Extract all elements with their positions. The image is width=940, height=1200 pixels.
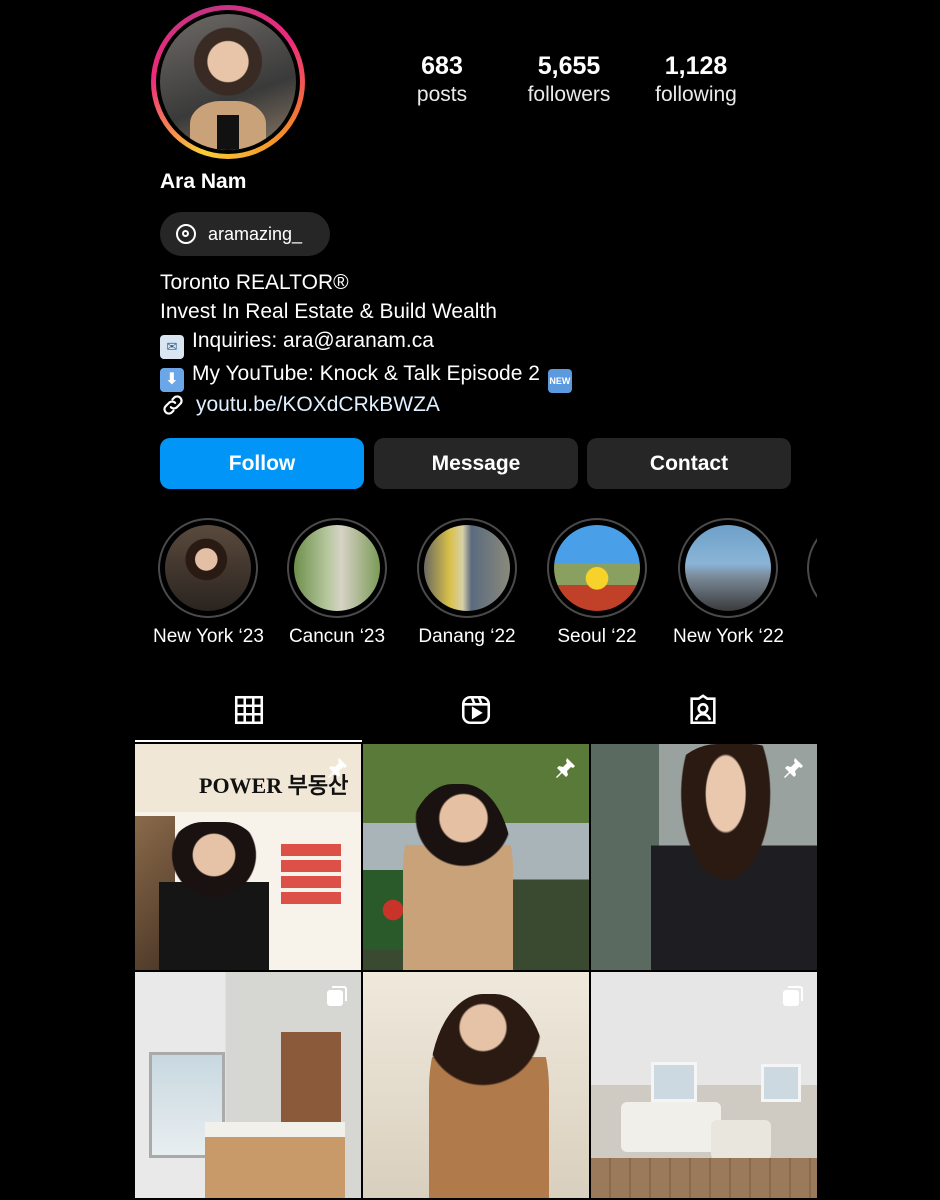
post-tile[interactable] — [135, 972, 361, 1198]
pin-icon — [784, 758, 803, 778]
threads-icon — [176, 224, 196, 244]
highlight-label: Danang ‘22 — [418, 626, 516, 647]
profile-link[interactable]: youtu.be/KOXdCRkBWZA — [160, 392, 440, 418]
highlight-cover — [554, 525, 640, 611]
link-icon — [163, 395, 183, 415]
highlight-item[interactable]: Danang ‘22 — [412, 518, 522, 648]
stat-following[interactable]: 1,128 following — [646, 52, 746, 107]
highlight-label: Cancun ‘23 — [288, 626, 386, 647]
profile-link-text: youtu.be/KOXdCRkBWZA — [196, 393, 440, 416]
threads-badge[interactable]: aramazing_ — [160, 212, 330, 256]
bio-line-youtube: ⬇ My YouTube: Knock & Talk Episode 2 NEW — [160, 359, 572, 393]
followers-count: 5,655 — [537, 52, 601, 80]
bio-line: Invest In Real Estate & Build Wealth — [160, 300, 497, 323]
new-badge-icon: NEW — [547, 369, 572, 393]
highlight-item[interactable]: New York ‘22 — [673, 518, 784, 648]
reels-icon — [461, 695, 490, 725]
contact-button[interactable]: Contact — [587, 438, 791, 489]
tab-tagged[interactable] — [589, 688, 816, 732]
follow-button[interactable]: Follow — [160, 438, 364, 489]
avatar-photo — [160, 14, 296, 150]
grid-icon — [234, 695, 263, 725]
tab-posts-grid[interactable] — [135, 688, 362, 732]
carousel-icon — [783, 986, 803, 1006]
post-tile[interactable]: POWER 부동산 — [135, 744, 361, 970]
highlight-item[interactable]: Cancun ‘23 — [282, 518, 392, 648]
post-tile[interactable] — [363, 744, 589, 970]
message-button[interactable]: Message — [374, 438, 578, 489]
profile-name: Ara Nam — [160, 170, 247, 193]
followers-label: followers — [527, 83, 611, 106]
down-arrow-icon: ⬇ — [160, 368, 184, 392]
highlight-cover — [424, 525, 510, 611]
stat-posts[interactable]: 683 posts — [397, 52, 487, 107]
highlight-label: New York ‘23 — [153, 626, 264, 647]
highlight-cover — [165, 525, 251, 611]
post-tile[interactable] — [591, 744, 817, 970]
highlight-cover — [685, 525, 771, 611]
post-tile[interactable] — [363, 972, 589, 1198]
highlight-cover — [294, 525, 380, 611]
tab-reels[interactable] — [362, 688, 589, 732]
envelope-icon: ✉ — [160, 335, 184, 359]
active-tab-indicator — [135, 740, 362, 742]
posts-count: 683 — [421, 52, 463, 80]
highlight-label: Seoul ‘22 — [557, 626, 637, 647]
highlight-label: New York ‘22 — [673, 626, 784, 647]
pin-icon — [328, 758, 347, 778]
following-count: 1,128 — [664, 52, 728, 80]
posts-label: posts — [416, 83, 468, 106]
highlight-item[interactable]: Seoul ‘22 — [542, 518, 652, 648]
post-tile[interactable] — [591, 972, 817, 1198]
threads-handle: aramazing_ — [208, 223, 303, 244]
carousel-icon — [327, 986, 347, 1006]
pin-icon — [556, 758, 575, 778]
tagged-icon — [689, 694, 716, 725]
profile-bio: Toronto REALTOR® Invest In Real Estate &… — [160, 268, 572, 393]
stat-followers[interactable]: 5,655 followers — [519, 52, 619, 107]
profile-avatar[interactable] — [151, 5, 305, 159]
highlight-item[interactable]: New York ‘23 — [153, 518, 264, 648]
following-label: following — [655, 83, 737, 106]
profile-page: 683 posts 5,655 followers 1,128 followin… — [135, 0, 817, 1200]
bio-line-email: ✉ Inquiries: ara@aranam.ca — [160, 326, 572, 359]
highlight-item-partial[interactable] — [807, 518, 817, 618]
bio-line: Toronto REALTOR® — [160, 271, 349, 294]
